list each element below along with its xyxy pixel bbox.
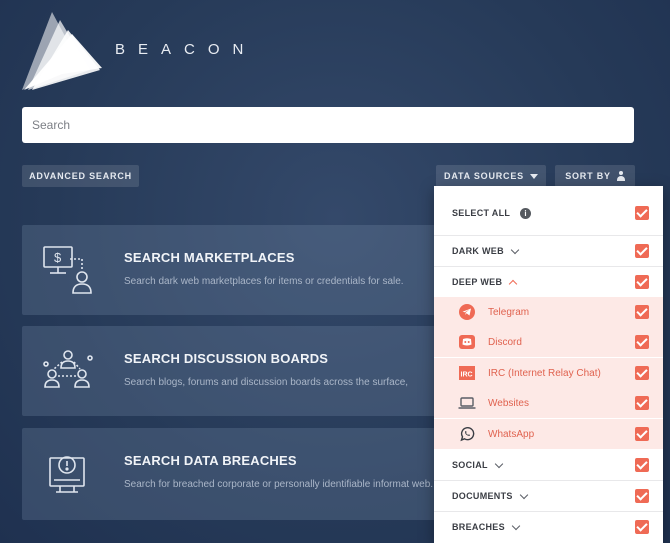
card-title: SEARCH DATA BREACHES bbox=[124, 453, 297, 468]
source-websites[interactable]: Websites bbox=[434, 388, 663, 418]
group-dark-web[interactable]: DARK WEB bbox=[434, 236, 663, 266]
chevron-up-icon bbox=[509, 279, 518, 288]
documents-checkbox[interactable] bbox=[635, 489, 649, 503]
card-description: Search for breached corporate or persona… bbox=[124, 479, 434, 490]
card-search-marketplaces[interactable]: $ SEARCH MARKETPLACES Search dark web ma… bbox=[22, 225, 452, 315]
group-social[interactable]: SOCIAL bbox=[434, 450, 663, 480]
source-label: Websites bbox=[488, 397, 529, 409]
source-label: Telegram bbox=[488, 306, 530, 318]
telegram-checkbox[interactable] bbox=[635, 305, 649, 319]
laptop-icon bbox=[458, 394, 476, 412]
data-sources-label: DATA SOURCES bbox=[444, 171, 524, 181]
data-sources-button[interactable]: DATA SOURCES bbox=[436, 165, 546, 187]
chevron-down-icon bbox=[510, 245, 520, 254]
beacon-logo-icon bbox=[22, 12, 102, 90]
caret-down-icon bbox=[529, 173, 538, 179]
select-all-label: SELECT ALL bbox=[452, 208, 511, 218]
card-search-data-breaches[interactable]: SEARCH DATA BREACHES Search for breached… bbox=[22, 428, 452, 520]
person-icon bbox=[616, 171, 625, 181]
source-label: Discord bbox=[488, 336, 522, 348]
chevron-down-icon bbox=[511, 521, 521, 530]
group-breaches[interactable]: BREACHES bbox=[434, 512, 663, 542]
source-discord[interactable]: Discord bbox=[434, 327, 663, 357]
svg-text:$: $ bbox=[54, 250, 62, 265]
whatsapp-icon bbox=[458, 425, 476, 443]
card-description: Search dark web marketplaces for items o… bbox=[124, 276, 404, 287]
sort-by-button[interactable]: SORT BY bbox=[555, 165, 635, 187]
data-sources-dropdown: SELECT ALL i DARK WEB DEEP WEB Telegram … bbox=[434, 186, 663, 543]
select-all-row[interactable]: SELECT ALL i bbox=[434, 198, 663, 228]
brand-name: BEACON bbox=[115, 41, 257, 58]
card-title: SEARCH MARKETPLACES bbox=[124, 250, 295, 265]
chevron-down-icon bbox=[519, 490, 528, 499]
group-deep-web[interactable]: DEEP WEB bbox=[434, 267, 663, 297]
irc-icon: IRC bbox=[458, 364, 476, 382]
group-label: BREACHES bbox=[452, 522, 505, 532]
whatsapp-checkbox[interactable] bbox=[635, 427, 649, 441]
group-label: DOCUMENTS bbox=[452, 491, 513, 501]
chevron-down-icon bbox=[494, 459, 504, 468]
source-label: IRC (Internet Relay Chat) bbox=[488, 367, 601, 379]
source-whatsapp[interactable]: WhatsApp bbox=[434, 419, 663, 449]
monitor-dollar-user-icon: $ bbox=[43, 246, 92, 294]
group-label: DEEP WEB bbox=[452, 277, 503, 287]
info-icon[interactable]: i bbox=[520, 207, 532, 219]
advanced-search-button[interactable]: ADVANCED SEARCH bbox=[22, 165, 139, 187]
source-label: WhatsApp bbox=[488, 428, 535, 440]
select-all-checkbox[interactable] bbox=[635, 206, 649, 220]
search-input[interactable] bbox=[22, 107, 634, 143]
group-label: SOCIAL bbox=[452, 460, 488, 470]
group-label: DARK WEB bbox=[452, 246, 504, 256]
card-title: SEARCH DISCUSSION BOARDS bbox=[124, 351, 329, 366]
users-network-icon bbox=[43, 350, 93, 388]
breaches-checkbox[interactable] bbox=[635, 520, 649, 534]
svg-text:IRC: IRC bbox=[461, 372, 473, 379]
dark-web-checkbox[interactable] bbox=[635, 244, 649, 258]
advanced-search-label: ADVANCED SEARCH bbox=[29, 171, 132, 181]
breach-alert-monitor-icon bbox=[49, 456, 85, 493]
sort-by-label: SORT BY bbox=[565, 171, 611, 181]
card-search-discussion-boards[interactable]: SEARCH DISCUSSION BOARDS Search blogs, f… bbox=[22, 326, 452, 416]
telegram-icon bbox=[458, 303, 476, 321]
group-documents[interactable]: DOCUMENTS bbox=[434, 481, 663, 511]
websites-checkbox[interactable] bbox=[635, 396, 649, 410]
discord-checkbox[interactable] bbox=[635, 335, 649, 349]
deep-web-checkbox[interactable] bbox=[635, 275, 649, 289]
source-irc[interactable]: IRC IRC (Internet Relay Chat) bbox=[434, 358, 663, 388]
source-telegram[interactable]: Telegram bbox=[434, 297, 663, 327]
social-checkbox[interactable] bbox=[635, 458, 649, 472]
card-description: Search blogs, forums and discussion boar… bbox=[124, 377, 409, 388]
discord-icon bbox=[458, 333, 476, 351]
irc-checkbox[interactable] bbox=[635, 366, 649, 380]
